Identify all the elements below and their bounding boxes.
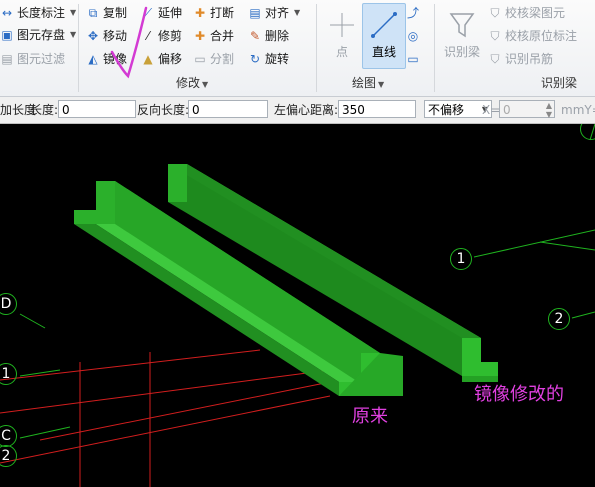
move-icon: ✥ [87,29,99,43]
delete-icon: ✎ [249,29,261,43]
draw-line-button[interactable]: 直线 [362,3,406,69]
extend-button[interactable]: ⟋ 延伸 [141,4,182,22]
model-viewport[interactable]: 1 2 D 1 C 2 原来 镜像修改的 [0,124,595,487]
circle-tool-button[interactable]: ◎ [406,27,420,45]
circle-icon: ◎ [407,29,419,43]
length-input[interactable]: 0 [58,100,136,118]
recognize-beam-button[interactable]: 识别梁 [438,3,486,69]
draw-options-toolbar: 加长度 长度: 0 反向长度: 0 左偏心距离: 350 不偏移 ▼ X= 0 … [0,97,595,124]
reverse-length-input[interactable]: 0 [188,100,268,118]
draw-group-label[interactable]: 绘图 ▼ [352,74,384,92]
ribbon: ↔ 长度标注 ▼ ▣ 图元存盘 ▼ ▤ 图元过滤 ⧉ 复制 ✥ 移动 ◭ 镜像 ⟋ … [0,0,595,97]
copy-button[interactable]: ⧉ 复制 [86,4,127,22]
break-icon: ✚ [194,6,206,20]
merge-icon: ✚ [194,29,206,43]
red-grid [0,349,331,487]
check-beam-button[interactable]: ⛉ 校核梁图元 [488,4,565,22]
viewport-scene [0,124,595,487]
point-icon [330,13,354,37]
annotation-mirrored: 镜像修改的 [474,384,564,405]
mirror-button[interactable]: ◭ 镜像 [86,50,127,68]
arc-icon: ⤴ [406,6,419,20]
element-filter-button[interactable]: ▤ 图元过滤 [0,50,65,68]
delete-button[interactable]: ✎ 删除 [248,27,289,45]
rotate-button[interactable]: ↻ 旋转 [248,50,289,68]
trim-icon: ⁄ [146,29,149,43]
spinner-icon: ▲ ▼ [545,101,552,119]
save-element-button[interactable]: ▣ 图元存盘 ▼ [0,26,76,44]
recognize-hanger-button[interactable]: ⛉ 识别吊筋 [488,50,553,68]
rotate-icon: ↻ [249,52,261,66]
arc-tool-button[interactable]: ⤴ [406,4,420,22]
copy-icon: ⧉ [88,6,98,20]
rectangle-tool-button[interactable]: ▭ [406,50,420,68]
offset-button[interactable]: ▲ 偏移 [141,50,182,68]
modify-group-label[interactable]: 修改 ▼ [176,74,208,92]
trim-button[interactable]: ⁄ 修剪 [141,27,182,45]
extend-icon: ⟋ [143,6,153,20]
chevron-down-icon: ▼ [294,8,301,17]
offset-icon: ▲ [143,52,153,66]
rectangle-icon: ▭ [407,52,419,66]
align-icon: ▤ [249,6,261,20]
break-button[interactable]: ✚ 打断 [193,4,234,22]
draw-point-button[interactable]: 点 [320,3,364,69]
filter-icon: ▤ [1,52,13,66]
line-icon [371,12,397,38]
group-separator [434,4,435,92]
length-label: 长度: [30,103,59,117]
check-annotation-icon: ⛉ [490,29,500,43]
save-element-icon: ▣ [1,28,13,42]
left-offset-input[interactable]: 350 [338,100,416,118]
annotation-original: 原来 [352,406,388,427]
check-beam-icon: ⛉ [490,6,500,20]
group-separator [316,4,317,92]
chevron-down-icon: ▼ [70,8,77,17]
funnel-icon [449,13,475,38]
grid-axis-marker[interactable]: 1 [450,248,472,270]
split-icon: ▭ [194,52,206,66]
reverse-length-label: 反向长度: [137,103,190,117]
dimension-length-button[interactable]: ↔ 长度标注 ▼ [0,4,76,22]
merge-button[interactable]: ✚ 合并 [193,27,234,45]
split-button[interactable]: ▭ 分割 [193,50,234,68]
hanger-icon: ⛉ [490,52,500,66]
group-expand-icon: ▼ [202,80,209,89]
group-expand-icon: ▼ [378,80,385,89]
recognize-group-label: 识别梁 [541,76,578,90]
x-coordinate-input[interactable]: 0 ▲ ▼ [499,100,555,119]
x-label: X= [482,103,501,117]
left-offset-label: 左偏心距离: [274,103,339,117]
group-separator [78,4,79,92]
check-annotation-button[interactable]: ⛉ 校核原位标注 [488,27,577,45]
move-button[interactable]: ✥ 移动 [86,27,127,45]
dimension-icon: ↔ [1,6,13,20]
align-button[interactable]: ▤ 对齐 ▼ [248,4,300,22]
chevron-down-icon: ▼ [70,30,77,39]
mirror-icon: ◭ [88,52,98,66]
y-label: mmY= [561,103,595,117]
grid-axis-marker[interactable]: 2 [548,308,570,330]
